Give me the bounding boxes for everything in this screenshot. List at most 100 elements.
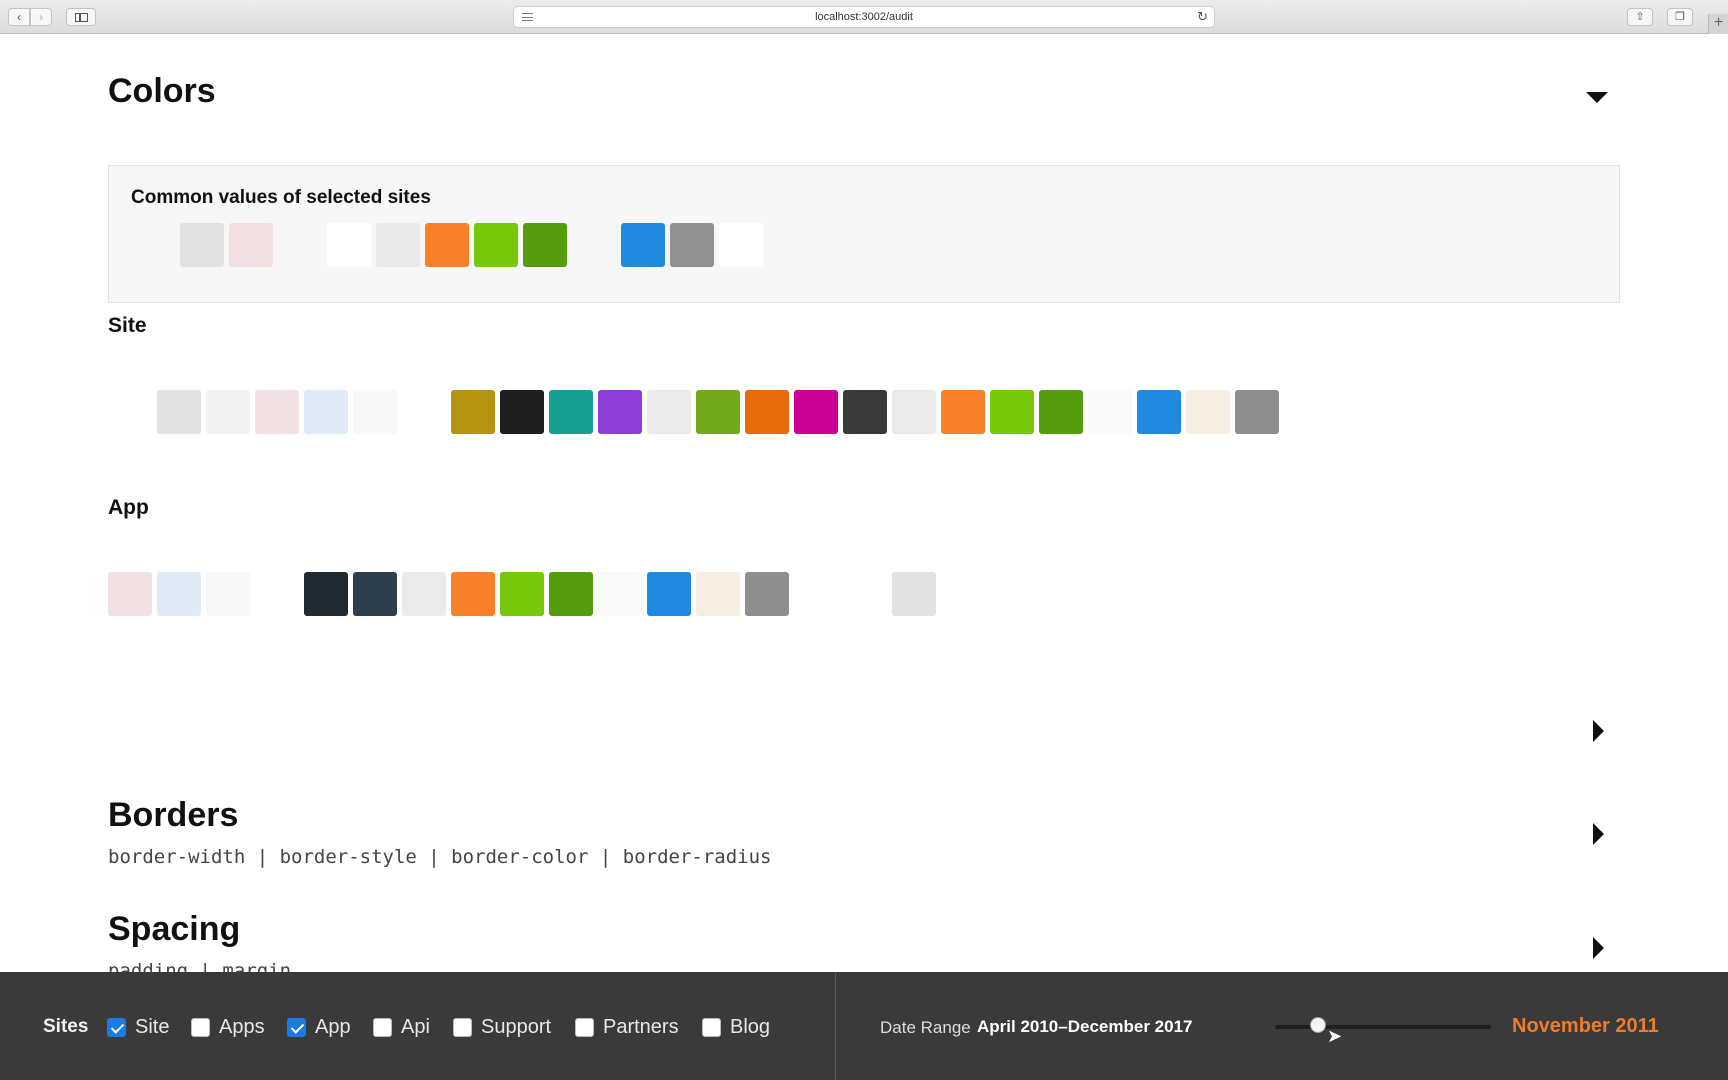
common-color-swatch[interactable] [376,223,420,267]
app-color-swatch[interactable] [843,572,887,616]
site-option-partners[interactable]: Partners [575,1016,679,1039]
site-color-swatch[interactable] [108,390,152,434]
current-date: November 2011 [1512,1015,1659,1037]
site-color-swatch[interactable] [1088,390,1132,434]
app-checkbox[interactable] [287,1018,306,1037]
borders-section-title: Borders [108,796,239,834]
blog-checkbox[interactable] [702,1018,721,1037]
app-color-swatch[interactable] [255,572,299,616]
app-color-swatch[interactable] [108,572,152,616]
site-option-blog[interactable]: Blog [702,1016,770,1039]
common-color-swatch[interactable] [180,223,224,267]
site-color-swatch[interactable] [1186,390,1230,434]
app-color-swatch[interactable] [549,572,593,616]
site-color-swatch[interactable] [745,390,789,434]
common-color-swatch[interactable] [670,223,714,267]
app-color-swatch[interactable] [647,572,691,616]
mouse-cursor-icon: ➤ [1327,1026,1343,1046]
site-color-swatch[interactable] [941,390,985,434]
common-color-swatch[interactable] [474,223,518,267]
site-color-swatch[interactable] [598,390,642,434]
date-range-label: Date Range [880,1018,971,1037]
back-button[interactable]: ‹ [8,8,30,26]
app-color-swatch[interactable] [500,572,544,616]
app-color-swatch[interactable] [892,572,936,616]
site-color-swatch[interactable] [255,390,299,434]
site-color-swatch[interactable] [549,390,593,434]
common-color-swatch[interactable] [131,223,175,267]
new-tab-button[interactable]: + [1708,14,1728,34]
site-color-swatch[interactable] [206,390,250,434]
share-button[interactable]: ⇧ [1627,8,1653,26]
apps-checkbox[interactable] [191,1018,210,1037]
common-color-swatch[interactable] [229,223,273,267]
forward-button[interactable]: › [30,8,52,26]
app-color-swatch[interactable] [157,572,201,616]
site-color-swatch[interactable] [451,390,495,434]
site-color-swatch[interactable] [843,390,887,434]
site-option-api[interactable]: Api [373,1016,430,1039]
common-values-label: Common values of selected sites [131,187,431,208]
expand-borders-icon[interactable] [1593,823,1604,845]
common-color-swatch[interactable] [425,223,469,267]
support-checkbox[interactable] [453,1018,472,1037]
site-color-swatch[interactable] [402,390,446,434]
expand-section-icon[interactable] [1593,720,1604,742]
site-color-swatch[interactable] [794,390,838,434]
common-color-swatch[interactable] [719,223,763,267]
site-option-support[interactable]: Support [453,1016,551,1039]
app-color-swatch[interactable] [402,572,446,616]
reload-icon[interactable]: ↻ [1197,7,1208,27]
site-option-label: App [315,1016,351,1038]
common-color-swatch[interactable] [621,223,665,267]
app-color-swatch[interactable] [353,572,397,616]
app-label: App [108,496,149,519]
filter-bar: Sites Site Apps App Api Support Partners… [0,972,1728,1080]
site-color-swatch[interactable] [1137,390,1181,434]
site-label: Site [108,314,147,337]
partners-checkbox[interactable] [575,1018,594,1037]
date-slider-thumb[interactable] [1310,1017,1327,1033]
api-checkbox[interactable] [373,1018,392,1037]
browser-toolbar: ‹ › localhost:3002/audit ↻ ⇧ ❐ + [0,0,1728,34]
common-values-panel: Common values of selected sites [108,165,1620,303]
borders-properties: border-width | border-style | border-col… [108,846,772,868]
common-color-swatch[interactable] [278,223,322,267]
app-color-swatch[interactable] [598,572,642,616]
site-color-swatch[interactable] [647,390,691,434]
reader-icon[interactable] [522,13,533,21]
site-color-swatch[interactable] [1235,390,1279,434]
date-range-value: April 2010–December 2017 [977,1017,1193,1036]
sidebar-toggle-button[interactable] [66,8,96,26]
expand-spacing-icon[interactable] [1593,937,1604,959]
common-color-swatch[interactable] [572,223,616,267]
address-bar[interactable]: localhost:3002/audit ↻ [513,6,1215,28]
site-color-swatch[interactable] [696,390,740,434]
tabs-overview-button[interactable]: ❐ [1667,8,1693,26]
app-color-swatch[interactable] [745,572,789,616]
app-color-swatch[interactable] [696,572,740,616]
site-color-swatch[interactable] [1039,390,1083,434]
site-option-site[interactable]: Site [107,1016,169,1039]
site-color-swatch[interactable] [500,390,544,434]
site-option-app[interactable]: App [287,1016,351,1039]
sites-label: Sites [43,1016,89,1037]
url-text: localhost:3002/audit [815,11,913,23]
app-color-swatch[interactable] [304,572,348,616]
colors-section-title: Colors [108,72,216,110]
common-color-swatch[interactable] [523,223,567,267]
site-checkbox[interactable] [107,1018,126,1037]
common-color-swatch[interactable] [327,223,371,267]
site-color-swatch[interactable] [353,390,397,434]
app-color-swatch[interactable] [206,572,250,616]
site-option-apps[interactable]: Apps [191,1016,265,1039]
site-color-swatch[interactable] [892,390,936,434]
site-color-swatch[interactable] [304,390,348,434]
app-color-swatch[interactable] [794,572,838,616]
site-color-swatch[interactable] [990,390,1034,434]
app-color-swatch[interactable] [451,572,495,616]
site-color-swatch[interactable] [157,390,201,434]
common-swatch-row [131,223,763,267]
date-slider-track[interactable] [1275,1025,1491,1029]
collapse-colors-icon[interactable] [1586,92,1608,103]
